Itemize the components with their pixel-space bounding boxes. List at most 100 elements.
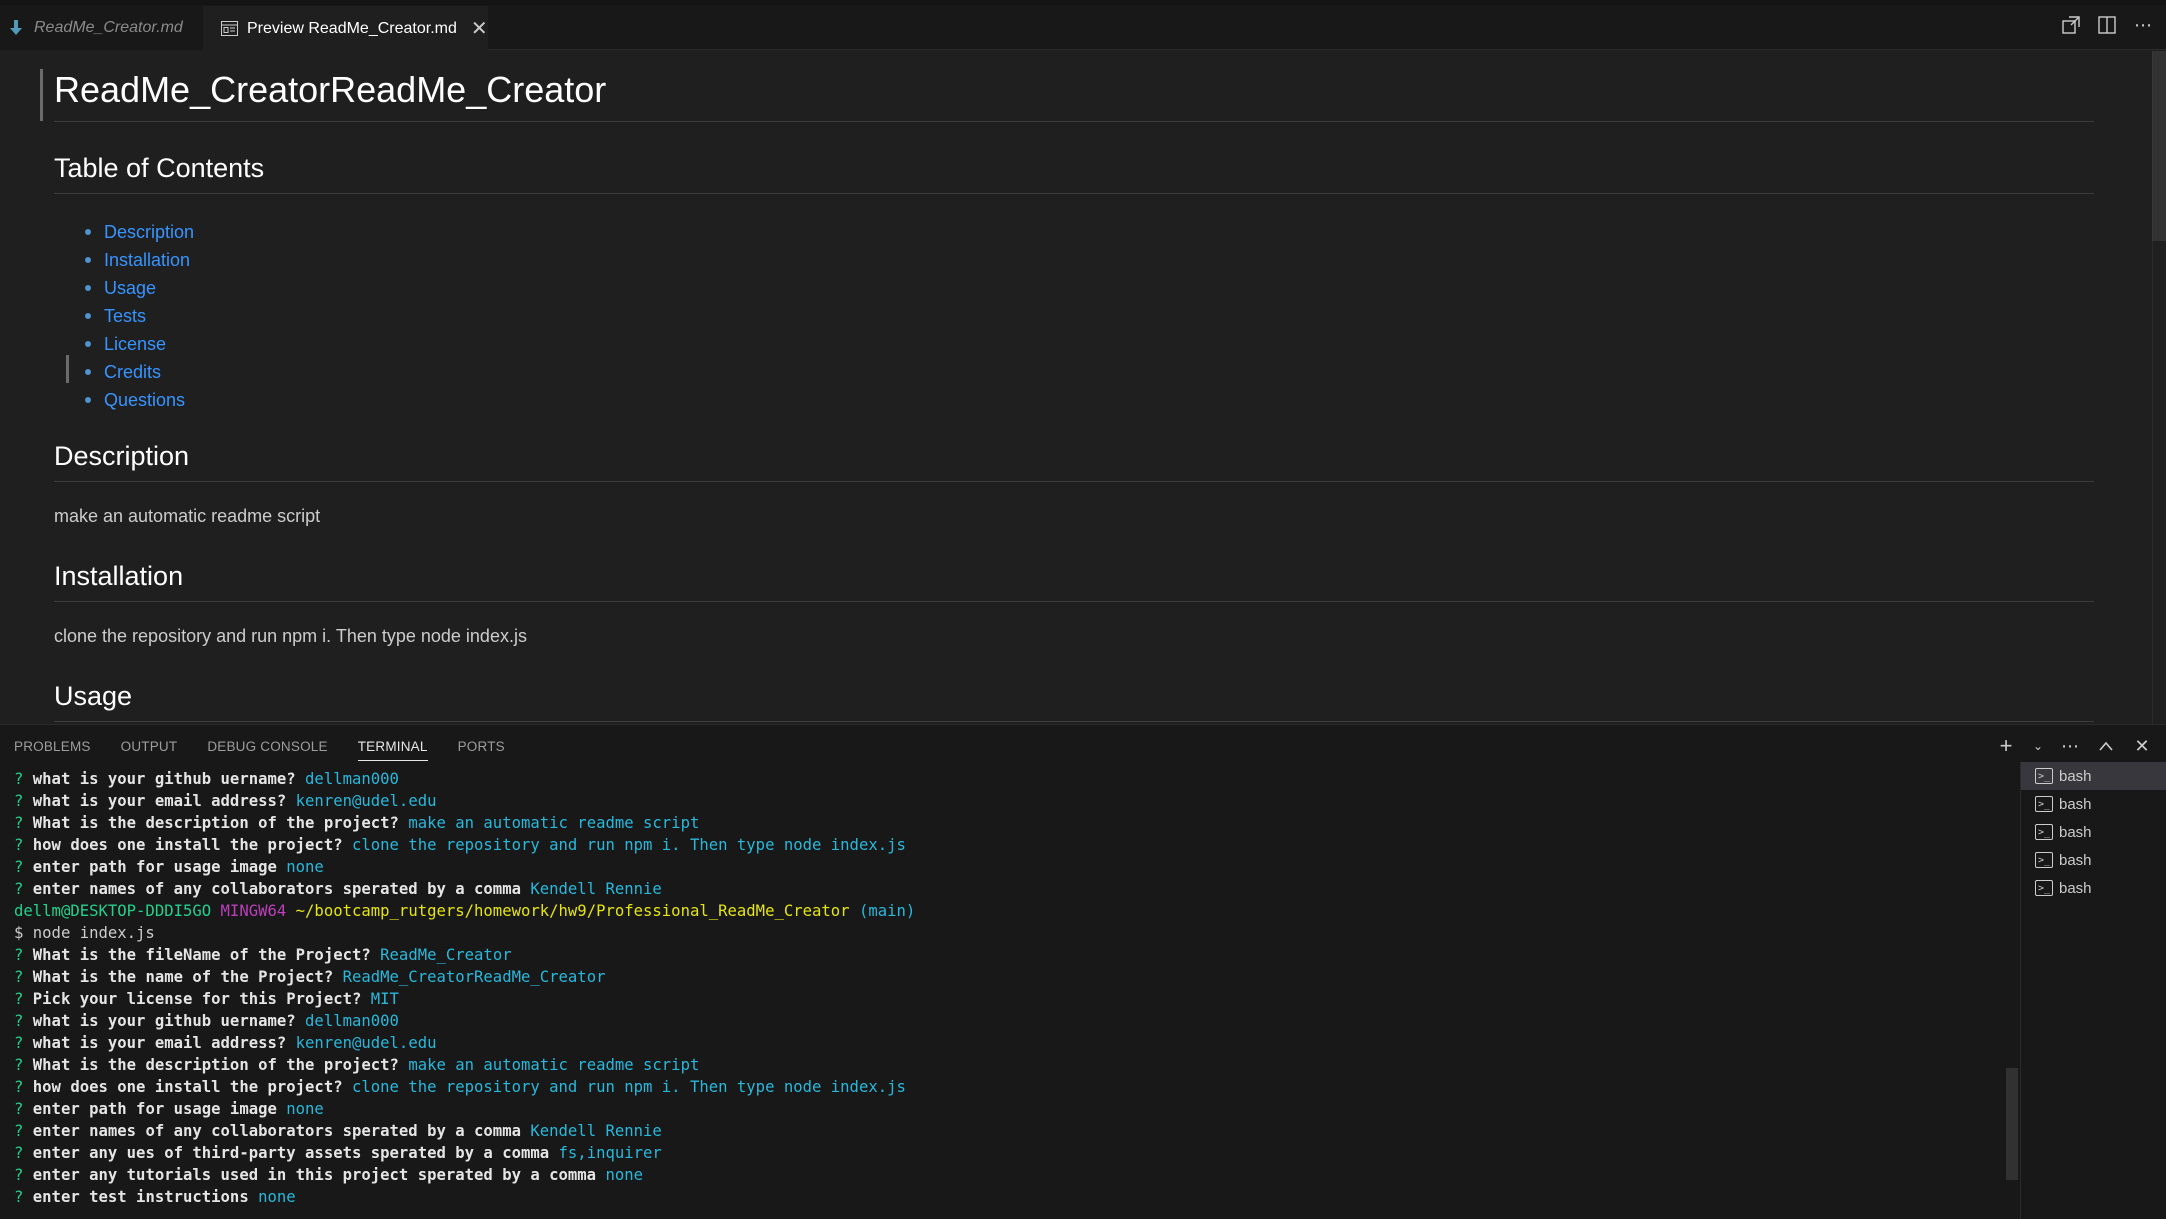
terminal-label: bash: [2059, 823, 2092, 841]
terminal-question: what is your email address?: [32, 792, 296, 810]
split-editor-icon[interactable]: [2096, 14, 2118, 36]
terminal-item[interactable]: >_ bash: [2021, 762, 2166, 790]
bullet-icon: [85, 369, 91, 375]
terminal-line: ? What is the description of the project…: [14, 1054, 2004, 1076]
maximize-panel-icon[interactable]: [2096, 735, 2116, 757]
terminal-answer: none: [286, 858, 324, 876]
divider: [54, 721, 2094, 722]
terminal-question: enter any tutorials used in this project…: [32, 1166, 606, 1184]
bullet-icon: [85, 285, 91, 291]
terminal-answer: make an automatic readme script: [408, 814, 700, 832]
terminal-line: $ node index.js: [14, 922, 2004, 944]
terminal-item[interactable]: >_ bash: [2021, 818, 2166, 846]
more-actions-icon[interactable]: ⋯: [2060, 735, 2080, 757]
terminal-question: enter any ues of third-party assets sper…: [32, 1144, 559, 1162]
toc-link[interactable]: Installation: [104, 250, 190, 271]
terminal-line: ? enter test instructions none: [14, 1186, 2004, 1208]
terminal-answer: clone the repository and run npm i. Then…: [351, 1078, 906, 1096]
terminal-line: ? enter any ues of third-party assets sp…: [14, 1142, 2004, 1164]
bullet-icon: [85, 313, 91, 319]
toc-link[interactable]: Credits: [104, 362, 161, 383]
terminal-line: dellm@DESKTOP-DDDI5GO MINGW64 ~/bootcamp…: [14, 900, 2004, 922]
new-terminal-icon[interactable]: +: [1996, 733, 2016, 758]
terminal-question: what is your github uername?: [32, 1012, 306, 1030]
terminal-question: What is the fileName of the Project?: [32, 946, 381, 964]
terminal-item[interactable]: >_ bash: [2021, 846, 2166, 874]
preview-scrollbar[interactable]: [2152, 51, 2166, 724]
terminal-item[interactable]: >_ bash: [2021, 874, 2166, 902]
terminal-label: bash: [2059, 851, 2092, 869]
toc-item-license[interactable]: License: [85, 330, 194, 358]
terminal-question: What is the description of the project?: [32, 1056, 409, 1074]
toc-link[interactable]: Questions: [104, 390, 185, 411]
terminal-line: ? What is the description of the project…: [14, 812, 2004, 834]
more-actions-icon[interactable]: ⋯: [2132, 14, 2154, 36]
close-panel-icon[interactable]: ✕: [2132, 735, 2152, 757]
markdown-download-icon: [6, 18, 26, 38]
terminal-question: Pick your license for this Project?: [32, 990, 371, 1008]
description-text: make an automatic readme script: [54, 506, 321, 526]
terminal-line: ? enter names of any collaborators spera…: [14, 878, 2004, 900]
shell-user-host: dellm@DESKTOP-DDDI5GO: [14, 902, 221, 920]
terminal-answer: none: [286, 1100, 324, 1118]
page-title: ReadMe_CreatorReadMe_Creator: [54, 69, 607, 110]
terminal-question: what is your github uername?: [32, 770, 306, 788]
question-mark: ?: [14, 836, 33, 854]
toc-item-credits[interactable]: Credits: [85, 358, 194, 386]
installation-heading: Installation: [54, 561, 184, 591]
toc-link[interactable]: Usage: [104, 278, 156, 299]
tab-readme-source[interactable]: ReadMe_Creator.md: [0, 6, 203, 50]
terminal-answer: Kendell Rennie: [530, 1122, 662, 1140]
shell-git-branch: (main): [858, 902, 916, 920]
terminal-line: ? what is your email address? kenren@ude…: [14, 1032, 2004, 1054]
shell-path: ~/bootcamp_rutgers/homework/hw9/Professi…: [295, 902, 859, 920]
table-of-contents: Description Installation Usage Tests Lic…: [85, 218, 194, 414]
tab-problems[interactable]: PROBLEMS: [14, 739, 91, 761]
toc-item-tests[interactable]: Tests: [85, 302, 194, 330]
terminal-answer: MIT: [370, 990, 399, 1008]
terminal-answer: Kendell Rennie: [530, 880, 662, 898]
terminal-answer: kenren@udel.edu: [295, 1034, 437, 1052]
tab-debug-console[interactable]: DEBUG CONSOLE: [207, 739, 327, 761]
terminal-label: bash: [2059, 795, 2092, 813]
question-mark: ?: [14, 1100, 33, 1118]
question-mark: ?: [14, 990, 33, 1008]
toc-item-installation[interactable]: Installation: [85, 246, 194, 274]
question-mark: ?: [14, 1166, 33, 1184]
tab-terminal[interactable]: TERMINAL: [357, 739, 428, 761]
toc-link[interactable]: License: [104, 334, 166, 355]
toc-link[interactable]: Description: [104, 222, 194, 243]
terminal-list: >_ bash >_ bash >_ bash >_ bash >_ bash: [2020, 762, 2166, 1219]
terminal-line: ? how does one install the project? clon…: [14, 834, 2004, 856]
terminal-label: bash: [2059, 879, 2092, 897]
terminal-line: ? enter names of any collaborators spera…: [14, 1120, 2004, 1142]
tab-ports[interactable]: PORTS: [458, 739, 505, 761]
close-icon[interactable]: ✕: [471, 16, 488, 41]
toc-heading: Table of Contents: [54, 153, 265, 183]
terminal-output[interactable]: ? what is your github uername? dellman00…: [14, 768, 2004, 1219]
terminal-line: ? enter path for usage image none: [14, 1098, 2004, 1120]
question-mark: ?: [14, 1012, 33, 1030]
terminal-scrollbar[interactable]: [2006, 1068, 2018, 1180]
question-mark: ?: [14, 1188, 33, 1206]
toc-item-description[interactable]: Description: [85, 218, 194, 246]
terminal-item[interactable]: >_ bash: [2021, 790, 2166, 818]
divider: [54, 193, 2094, 194]
chevron-down-icon[interactable]: ⌄: [2032, 735, 2044, 757]
toc-link[interactable]: Tests: [104, 306, 146, 327]
selection-marker: [66, 355, 69, 383]
open-source-icon[interactable]: [2060, 14, 2082, 36]
terminal-line: ? what is your email address? kenren@ude…: [14, 790, 2004, 812]
toc-item-questions[interactable]: Questions: [85, 386, 194, 414]
tab-preview[interactable]: Preview ReadMe_Creator.md ✕: [203, 6, 488, 50]
question-mark: ?: [14, 1034, 33, 1052]
editor-tab-bar: ReadMe_Creator.md Preview ReadMe_Creator…: [0, 0, 2166, 50]
panel-actions: + ⌄ ⋯ ✕: [1996, 733, 2152, 758]
shell-system: MINGW64: [220, 902, 296, 920]
question-mark: ?: [14, 858, 33, 876]
tab-output[interactable]: OUTPUT: [121, 739, 178, 761]
question-mark: ?: [14, 814, 33, 832]
terminal-question: how does one install the project?: [32, 1078, 352, 1096]
scrollbar-thumb[interactable]: [2152, 51, 2166, 241]
toc-item-usage[interactable]: Usage: [85, 274, 194, 302]
